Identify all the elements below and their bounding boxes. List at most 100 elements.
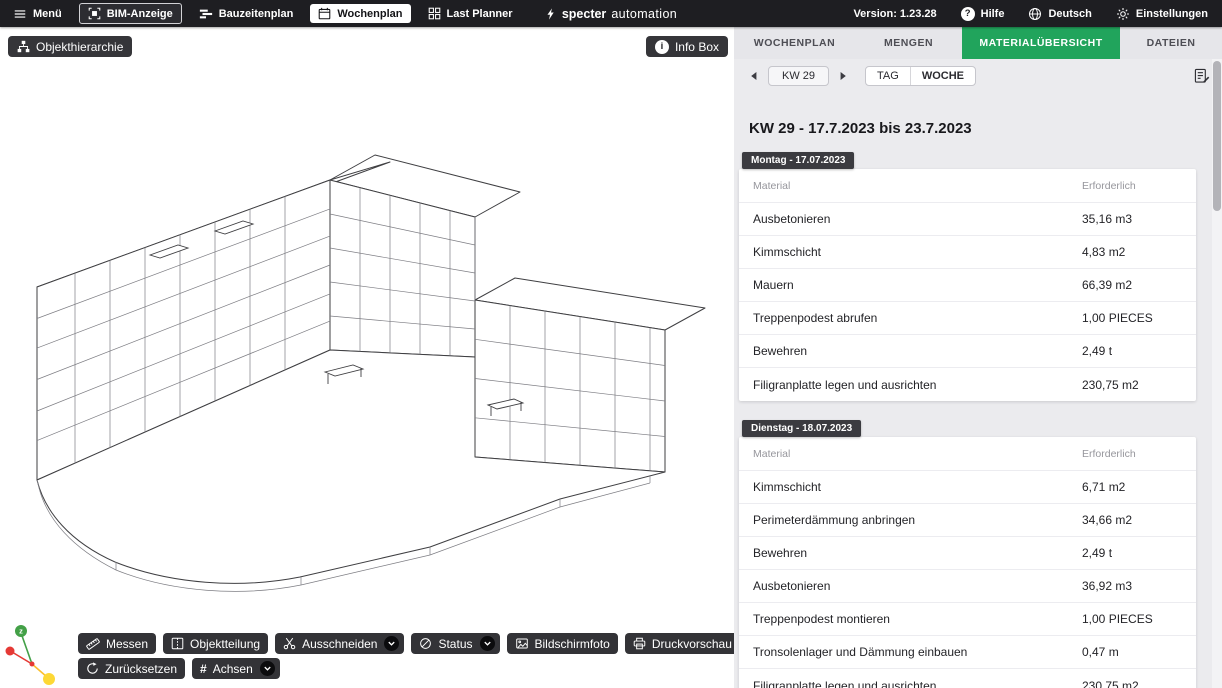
chevron-down-icon: [387, 639, 396, 648]
material-cell: Ausbetonieren: [753, 579, 1082, 593]
day-badge: Montag - 17.07.2023: [742, 152, 854, 169]
brand-name-light: automation: [611, 7, 677, 21]
table-row: Ausbetonieren35,16 m3: [739, 203, 1196, 236]
menu-label: Menü: [33, 8, 62, 20]
status-button[interactable]: Status: [411, 633, 499, 654]
status-label: Status: [438, 637, 472, 651]
week-range-title: KW 29 - 17.7.2023 bis 23.7.2023: [749, 120, 1196, 137]
ausschneiden-dropdown-button[interactable]: [384, 636, 399, 651]
chevron-left-icon: [750, 71, 758, 81]
language-label: Deutsch: [1048, 8, 1091, 20]
viewer-toolbar-row2: Zurücksetzen # Achsen: [78, 658, 280, 679]
last-planner-label: Last Planner: [447, 8, 513, 20]
material-cell: Kimmschicht: [753, 245, 1082, 259]
table-row: Filigranplatte legen und ausrichten230,7…: [739, 669, 1196, 688]
material-cell: Kimmschicht: [753, 480, 1082, 494]
tab-dateien[interactable]: DATEIEN: [1120, 27, 1222, 59]
split-square-icon: [171, 637, 184, 650]
required-cell: 0,47 m: [1082, 645, 1182, 659]
next-week-button[interactable]: [835, 71, 851, 81]
hilfe-button[interactable]: ? Hilfe: [961, 7, 1005, 21]
achsen-dropdown-button[interactable]: [260, 661, 275, 676]
chevron-down-icon: [263, 664, 272, 673]
tab-materialuebersicht[interactable]: MATERIALÜBERSICHT: [962, 27, 1120, 59]
axis-y-handle: [43, 673, 55, 685]
week-selector[interactable]: KW 29: [768, 66, 829, 86]
achsen-button[interactable]: # Achsen: [192, 658, 280, 679]
bildschirmfoto-button[interactable]: Bildschirmfoto: [507, 633, 618, 654]
druckvorschau-label: Druckvorschau: [652, 637, 732, 651]
last-planner-button[interactable]: Last Planner: [428, 7, 513, 20]
info-box-button[interactable]: i Info Box: [646, 36, 728, 57]
ruler-icon: [86, 637, 100, 651]
status-dropdown-button[interactable]: [480, 636, 495, 651]
printer-icon: [633, 637, 646, 650]
tab-wochenplan[interactable]: WOCHENPLAN: [734, 27, 855, 59]
material-cell: Bewehren: [753, 344, 1082, 358]
scrollbar-track[interactable]: [1212, 59, 1222, 688]
druckvorschau-button[interactable]: Druckvorschau: [625, 633, 734, 654]
reset-icon: [86, 662, 99, 675]
required-cell: 6,71 m2: [1082, 480, 1182, 494]
day-week-toggle: TAG WOCHE: [865, 66, 976, 86]
prev-week-button[interactable]: [746, 71, 762, 81]
tab-mengen[interactable]: MENGEN: [855, 27, 962, 59]
bauzeitenplan-button[interactable]: Bauzeitenplan: [199, 7, 294, 21]
einstellungen-button[interactable]: Einstellungen: [1116, 7, 1208, 21]
material-cell: Filigranplatte legen und ausrichten: [753, 679, 1082, 688]
wochenplan-label: Wochenplan: [337, 8, 402, 20]
objekthierarchie-button[interactable]: Objekthierarchie: [8, 36, 132, 57]
info-box-label: Info Box: [675, 40, 719, 54]
side-panel: WOCHENPLAN MENGEN MATERIALÜBERSICHT DATE…: [734, 27, 1222, 688]
day-section-dienstag: Dienstag - 18.07.2023 Material Erforderl…: [739, 418, 1196, 688]
brand-logo: specter automation: [545, 0, 677, 27]
objekthierarchie-label: Objekthierarchie: [36, 40, 123, 54]
hilfe-label: Hilfe: [981, 8, 1005, 20]
material-column-header: Material: [753, 448, 1082, 460]
screenshot-icon: [515, 637, 529, 650]
svg-text:z: z: [19, 627, 23, 636]
zuruecksetzen-label: Zurücksetzen: [105, 662, 177, 676]
required-cell: 230,75 m2: [1082, 378, 1182, 392]
messen-button[interactable]: Messen: [78, 633, 156, 654]
language-button[interactable]: Deutsch: [1028, 7, 1091, 21]
einstellungen-label: Einstellungen: [1136, 8, 1208, 20]
material-cell: Treppenpodest abrufen: [753, 311, 1082, 325]
menu-button[interactable]: Menü: [13, 7, 62, 21]
hierarchy-icon: [17, 40, 30, 53]
bim-viewer[interactable]: Objekthierarchie i Info Box z Messen Obj…: [0, 27, 734, 688]
ausschneiden-button[interactable]: Ausschneiden: [275, 633, 404, 654]
messen-label: Messen: [106, 637, 148, 651]
required-cell: 2,49 t: [1082, 546, 1182, 560]
material-table: Material Erforderlich Kimmschicht6,71 m2…: [739, 437, 1196, 688]
globe-icon: [1028, 7, 1042, 21]
material-overview-scroll[interactable]: KW 29 - 17.7.2023 bis 23.7.2023 Montag -…: [734, 93, 1212, 688]
bim-model[interactable]: [0, 27, 734, 688]
table-row: Kimmschicht4,83 m2: [739, 236, 1196, 269]
topbar: Menü BIM-Anzeige Bauzeitenplan Wochenpla…: [0, 0, 1222, 27]
bim-anzeige-button[interactable]: BIM-Anzeige: [79, 3, 182, 24]
toggle-woche[interactable]: WOCHE: [910, 67, 975, 85]
achsen-label: Achsen: [213, 662, 253, 676]
wochenplan-button[interactable]: Wochenplan: [310, 4, 410, 23]
panel-tabs: WOCHENPLAN MENGEN MATERIALÜBERSICHT DATE…: [734, 27, 1222, 59]
day-badge: Dienstag - 18.07.2023: [742, 420, 861, 437]
required-cell: 4,83 m2: [1082, 245, 1182, 259]
scrollbar-thumb[interactable]: [1213, 61, 1221, 211]
help-icon: ?: [961, 7, 975, 21]
status-circle-icon: [419, 637, 432, 650]
table-header-row: Material Erforderlich: [739, 437, 1196, 471]
report-button[interactable]: [1194, 68, 1210, 84]
table-row: Bewehren2,49 t: [739, 537, 1196, 570]
table-row: Filigranplatte legen und ausrichten230,7…: [739, 368, 1196, 401]
zuruecksetzen-button[interactable]: Zurücksetzen: [78, 658, 185, 679]
week-controls: KW 29 TAG WOCHE: [734, 59, 1222, 93]
material-cell: Ausbetonieren: [753, 212, 1082, 226]
orientation-gizmo[interactable]: z: [2, 618, 62, 688]
axis-x-handle: [6, 647, 15, 656]
toggle-tag[interactable]: TAG: [866, 67, 910, 85]
table-row: Treppenpodest montieren1,00 PIECES: [739, 603, 1196, 636]
table-header-row: Material Erforderlich: [739, 169, 1196, 203]
objektteilung-button[interactable]: Objektteilung: [163, 633, 268, 654]
objektteilung-label: Objektteilung: [190, 637, 260, 651]
